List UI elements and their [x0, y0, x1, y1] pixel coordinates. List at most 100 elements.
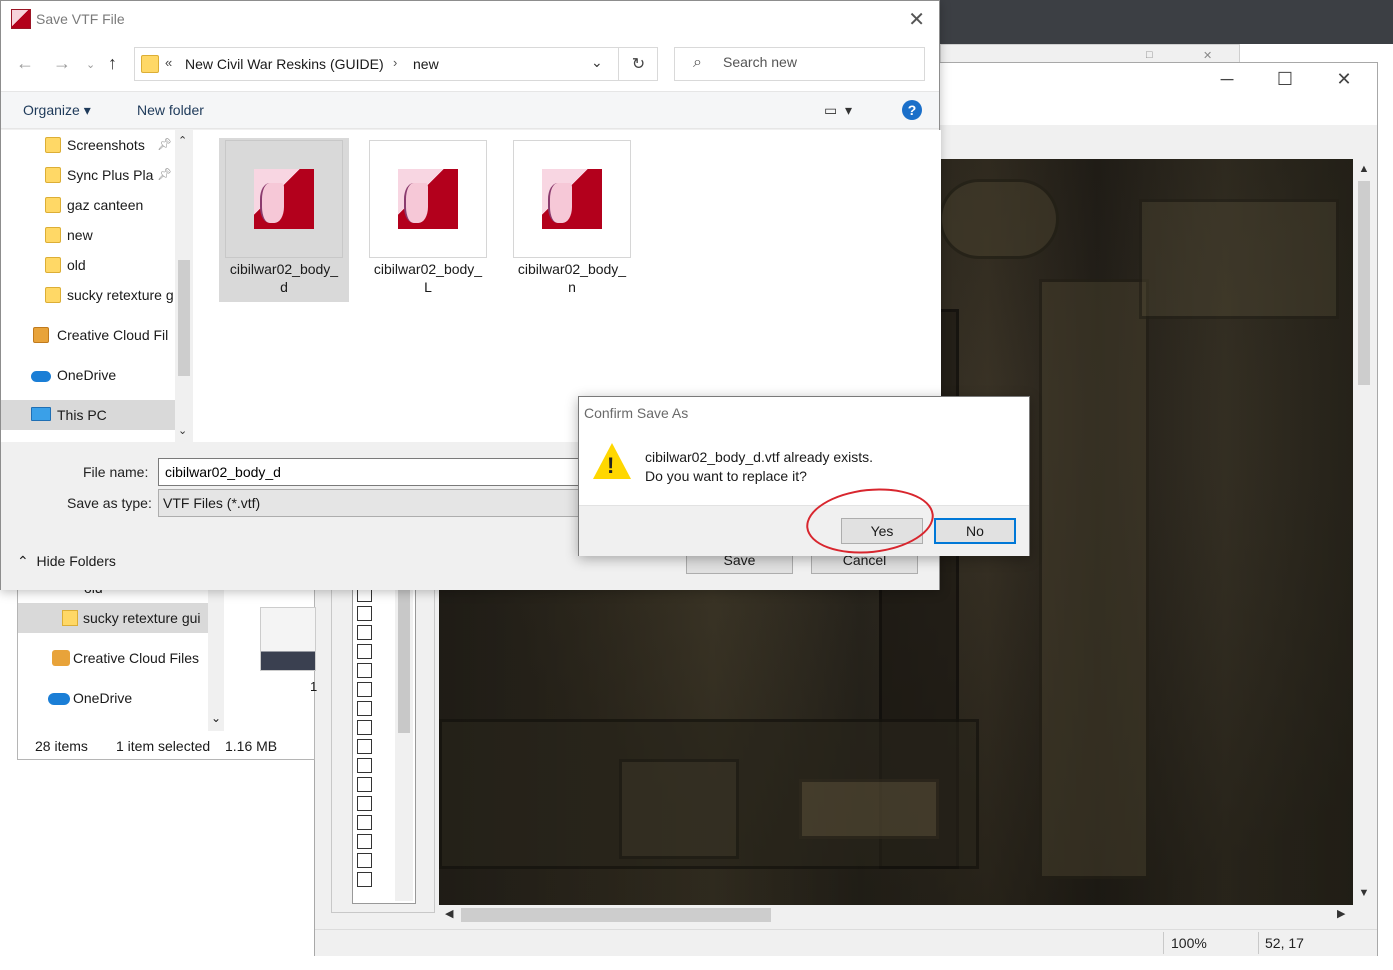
confirm-question: Do you want to replace it? [645, 468, 807, 484]
scroll-right-icon[interactable]: ▶ [1337, 907, 1345, 920]
overflow-chevron-icon[interactable]: « [165, 55, 172, 70]
file-item[interactable]: cibilwar02_body_ L [363, 138, 493, 302]
scroll-left-icon[interactable]: ◀ [445, 907, 453, 920]
sync-folder-icon [45, 167, 61, 183]
status-bar: 100% 52, 17 [315, 929, 1377, 956]
file-name-field[interactable] [158, 458, 598, 486]
nav-item-onedrive[interactable]: OneDrive [18, 683, 208, 713]
search-icon: ⌕ [693, 54, 702, 71]
nav-item-sucky-retexture[interactable]: sucky retexture gui [18, 603, 208, 633]
flag-checkbox[interactable] [357, 853, 372, 868]
flag-checkbox[interactable] [357, 663, 372, 678]
help-icon[interactable]: ? [902, 100, 922, 120]
onedrive-icon [48, 693, 70, 705]
horizontal-scrollbar[interactable]: ◀ ▶ [439, 905, 1353, 925]
flag-checkbox[interactable] [357, 758, 372, 773]
nav-item-old[interactable]: old [1, 250, 175, 280]
minimize-icon[interactable]: ─ [1212, 69, 1242, 90]
texture-detail [1139, 199, 1339, 319]
background-window-titlebar: □ ✕ [940, 44, 1240, 64]
flags-scrollbar[interactable] [395, 577, 413, 901]
nav-pane-scrollbar[interactable]: ⌃ ⌄ [175, 130, 193, 442]
flag-checkbox[interactable] [357, 834, 372, 849]
back-arrow-icon[interactable]: ← [16, 53, 34, 74]
nav-item-creative-cloud[interactable]: Creative Cloud Files [18, 643, 208, 673]
scroll-down-icon[interactable]: ▼ [1355, 887, 1373, 899]
creative-cloud-icon [52, 650, 70, 666]
search-input[interactable] [723, 54, 913, 70]
close-icon[interactable]: ✕ [1329, 69, 1359, 90]
hide-folders-button[interactable]: ⌃ Hide Folders [17, 553, 116, 570]
chevron-down-icon[interactable]: ⌄ [211, 711, 221, 725]
nav-item-onedrive[interactable]: OneDrive [1, 360, 175, 390]
vertical-scrollbar[interactable]: ▲ ▼ [1355, 161, 1373, 905]
file-item[interactable]: cibilwar02_body_ d [219, 138, 349, 302]
file-name-input[interactable] [165, 464, 585, 480]
vtfedit-options-panel [331, 543, 435, 913]
nav-item-sync-plus[interactable]: Sync Plus Pla 📌︎ [1, 160, 175, 190]
flags-listbox[interactable] [352, 574, 416, 904]
breadcrumb-separator-icon[interactable]: › [393, 55, 397, 70]
chevron-down-icon[interactable]: ⌄ [178, 424, 187, 437]
forward-arrow-icon[interactable]: → [53, 53, 71, 74]
flag-checkbox[interactable] [357, 872, 372, 887]
flag-checkbox[interactable] [357, 701, 372, 716]
folder-icon [45, 197, 61, 213]
scroll-thumb[interactable] [178, 260, 190, 376]
texture-detail [939, 179, 1059, 259]
breadcrumb-item[interactable]: new [413, 56, 439, 72]
file-thumbnail[interactable] [260, 607, 316, 671]
organize-button[interactable]: Organize ▾ [23, 102, 91, 119]
explorer-status-bar: 28 items 1 item selected 1.16 MB [18, 733, 314, 759]
folder-icon [141, 55, 159, 73]
pin-icon: 📌︎ [157, 137, 173, 151]
save-type-select[interactable]: VTF Files (*.vtf) [158, 489, 598, 517]
flag-checkbox[interactable] [357, 644, 372, 659]
nav-item-screenshots[interactable]: Screenshots 📌︎ [1, 130, 175, 160]
scroll-thumb[interactable] [461, 908, 771, 922]
exclamation-icon: ! [607, 453, 615, 478]
breadcrumb-item[interactable]: New Civil War Reskins (GUIDE) [185, 56, 384, 72]
up-arrow-icon[interactable]: ↑ [108, 53, 117, 74]
flag-checkbox[interactable] [357, 682, 372, 697]
flag-checkbox[interactable] [357, 625, 372, 640]
flag-checkbox[interactable] [357, 720, 372, 735]
no-button[interactable]: No [934, 518, 1016, 544]
refresh-icon[interactable]: ↻ [618, 48, 658, 80]
folder-icon [45, 137, 61, 153]
nav-item-new[interactable]: new [1, 220, 175, 250]
chevron-down-icon[interactable]: ⌄ [86, 58, 95, 71]
confirm-message: cibilwar02_body_d.vtf already exists. [645, 449, 874, 465]
chevron-up-icon[interactable]: ⌃ [178, 134, 187, 147]
computer-icon [31, 407, 51, 421]
confirm-save-as-dialog: Confirm Save As ! cibilwar02_body_d.vtf … [578, 396, 1030, 556]
close-icon: ✕ [1203, 50, 1213, 62]
file-item[interactable]: cibilwar02_body_ n [507, 138, 637, 302]
flag-checkbox[interactable] [357, 777, 372, 792]
command-bar: Organize ▾ New folder ▭ ▾ ? [1, 91, 939, 129]
close-icon[interactable]: ✕ [908, 7, 925, 32]
nav-item-creative-cloud[interactable]: Creative Cloud Fil [1, 320, 175, 350]
file-name-label: File name: [83, 464, 149, 480]
folder-icon [45, 287, 61, 303]
flag-checkbox[interactable] [357, 815, 372, 830]
nav-item-this-pc[interactable]: This PC [1, 400, 175, 430]
minimize-icon: □ [1146, 49, 1153, 61]
explorer-scrollbar[interactable]: ⌄ [208, 581, 224, 731]
view-options-icon[interactable]: ▭ ▾ [824, 102, 852, 119]
maximize-icon[interactable]: ☐ [1270, 69, 1300, 90]
zoom-level: 100% [1171, 935, 1207, 951]
flag-checkbox[interactable] [357, 739, 372, 754]
scroll-up-icon[interactable]: ▲ [1355, 163, 1373, 175]
scroll-thumb[interactable] [1358, 181, 1370, 385]
flag-checkbox[interactable] [357, 796, 372, 811]
pin-icon: 📌︎ [157, 167, 173, 181]
address-bar[interactable]: « New Civil War Reskins (GUIDE) › new ⌄ … [134, 47, 658, 81]
chevron-down-icon[interactable]: ⌄ [591, 54, 603, 71]
search-box[interactable]: ⌕ [674, 47, 925, 81]
nav-item-gaz-canteen[interactable]: gaz canteen [1, 190, 175, 220]
nav-item-sucky-retexture[interactable]: sucky retexture g [1, 280, 175, 310]
flag-checkbox[interactable] [357, 606, 372, 621]
chevron-up-icon: ⌃ [17, 553, 29, 569]
new-folder-button[interactable]: New folder [137, 102, 204, 118]
